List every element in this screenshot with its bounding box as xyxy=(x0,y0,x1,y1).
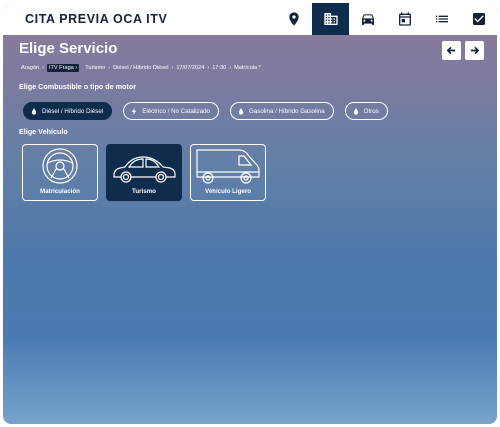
arrow-left-icon xyxy=(446,46,456,55)
car-side-icon xyxy=(113,156,176,183)
app-frame: CITA PREVIA OCA ITV Elige Servicio Aragó… xyxy=(3,3,497,424)
vehicle-option-label: Matriculación xyxy=(40,188,80,195)
breadcrumb-item[interactable]: Diésel / Híbrido Diésel xyxy=(113,65,168,71)
vehicle-section-heading: Elige Vehículo xyxy=(19,127,68,136)
arrow-right-icon xyxy=(470,46,480,55)
breadcrumb-item[interactable]: Aragón xyxy=(21,65,39,71)
vehicle-option-light-vehicle[interactable]: Vehículo Ligero xyxy=(190,144,266,201)
vehicle-options: Matriculación Turismo Vehículo Ligero xyxy=(22,144,266,201)
breadcrumb-separator: › xyxy=(229,65,232,71)
app-title: CITA PREVIA OCA ITV xyxy=(25,12,168,26)
fuel-options: Diésel / Híbrido Diésel Eléctrico / No C… xyxy=(23,102,388,120)
next-button[interactable] xyxy=(465,41,484,60)
nav-confirm-button[interactable] xyxy=(460,3,497,35)
fuel-option-other[interactable]: Otros xyxy=(344,102,388,120)
vehicle-option-car[interactable]: Turismo xyxy=(106,144,182,201)
breadcrumb-item[interactable]: 17:30 xyxy=(212,65,226,71)
fuel-drop-icon xyxy=(31,107,37,115)
top-bar: CITA PREVIA OCA ITV xyxy=(3,3,497,35)
nav-station-button[interactable] xyxy=(312,3,349,35)
checkbox-icon xyxy=(472,13,485,25)
step-nav xyxy=(275,3,497,35)
fuel-option-label: Gasolina / Híbrido Gasolina xyxy=(248,107,325,115)
calendar-icon xyxy=(398,12,411,26)
fuel-drop-icon xyxy=(238,107,244,115)
fuel-option-gasoline[interactable]: Gasolina / Híbrido Gasolina xyxy=(229,102,334,120)
car-icon xyxy=(361,14,374,25)
fuel-option-electric[interactable]: Eléctrico / No Catalizado xyxy=(123,102,219,120)
fuel-option-label: Otros xyxy=(363,107,379,115)
bolt-icon xyxy=(131,107,137,115)
fuel-drop-icon xyxy=(353,107,359,115)
list-icon xyxy=(435,15,448,23)
fuel-section-heading: Elige Combustible o tipo de motor xyxy=(19,82,136,91)
vehicle-option-label: Vehículo Ligero xyxy=(204,188,252,195)
nav-date-button[interactable] xyxy=(386,3,423,35)
breadcrumb-item-active[interactable]: ITV Fraga › xyxy=(46,64,80,72)
breadcrumb-separator: › xyxy=(207,65,210,71)
breadcrumb-separator: › xyxy=(171,65,174,71)
page-title: Elige Servicio xyxy=(19,40,118,57)
fuel-option-diesel[interactable]: Diésel / Híbrido Diésel xyxy=(23,102,113,120)
breadcrumb-item-label: ITV Fraga xyxy=(48,65,74,71)
fuel-option-label: Diésel / Híbrido Diésel xyxy=(42,107,104,115)
vehicle-option-registration[interactable]: Matriculación xyxy=(22,144,98,201)
vehicle-option-label: Turismo xyxy=(132,188,156,195)
step-arrows xyxy=(442,41,484,60)
breadcrumb-item[interactable]: Matrícula * xyxy=(234,65,261,71)
nav-location-button[interactable] xyxy=(275,3,312,35)
nav-vehicle-button[interactable] xyxy=(349,3,386,35)
back-button[interactable] xyxy=(442,41,461,60)
breadcrumb-separator: › xyxy=(42,65,44,71)
steering-wheel-icon xyxy=(42,148,78,184)
breadcrumb-separator: › xyxy=(108,65,111,71)
map-pin-icon xyxy=(288,12,299,26)
breadcrumb-item[interactable]: Turismo xyxy=(85,65,105,71)
fuel-option-label: Eléctrico / No Catalizado xyxy=(142,107,210,115)
building-icon xyxy=(323,13,338,25)
nav-summary-button[interactable] xyxy=(423,3,460,35)
breadcrumb-item[interactable]: 17/07/2024 xyxy=(176,65,204,71)
van-icon xyxy=(196,149,260,184)
breadcrumb: Aragón › ITV Fraga › Turismo › Diésel / … xyxy=(21,64,261,72)
